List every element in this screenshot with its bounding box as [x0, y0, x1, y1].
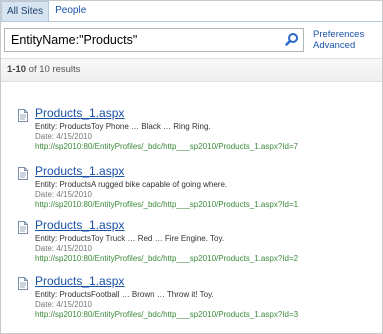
results-range: 1-10 [7, 64, 27, 75]
advanced-link[interactable]: Advanced [313, 40, 364, 51]
result-date: Date: 4/15/2010 [35, 244, 92, 253]
result-summary: Entity: ProductsToy Truck … Red … Fire E… [35, 234, 225, 243]
result-title-link[interactable]: Products_1.aspx [35, 106, 124, 120]
scope-tabs: All Sites People [1, 1, 92, 21]
result-url[interactable]: http://sp2010:80/EntityProfiles/_bdc/htt… [35, 200, 298, 209]
document-icon [18, 109, 28, 122]
result-url[interactable]: http://sp2010:80/EntityProfiles/_bdc/htt… [35, 142, 298, 151]
results-total: of 10 results [28, 64, 81, 75]
result-title-link[interactable]: Products_1.aspx [35, 164, 124, 178]
result-date: Date: 4/15/2010 [35, 300, 92, 309]
result-date: Date: 4/15/2010 [35, 132, 92, 141]
result-summary: Entity: ProductsFootball … Brown … Throw… [35, 290, 214, 299]
search-input[interactable] [5, 29, 275, 51]
result-url[interactable]: http://sp2010:80/EntityProfiles/_bdc/htt… [35, 254, 298, 263]
result-summary: Entity: ProductsToy Phone … Black … Ring… [35, 122, 211, 131]
document-icon [18, 277, 28, 290]
results-count-bar: 1-10 of 10 results [1, 58, 382, 82]
tab-all-sites[interactable]: All Sites [1, 1, 50, 21]
tab-people[interactable]: People [49, 1, 92, 21]
result-summary: Entity: ProductsA rugged bike capable of… [35, 180, 228, 189]
search-options: Preferences Advanced [313, 29, 364, 51]
search-icon[interactable] [284, 32, 300, 48]
result-date: Date: 4/15/2010 [35, 190, 92, 199]
result-title-link[interactable]: Products_1.aspx [35, 218, 124, 232]
search-box [4, 28, 304, 52]
result-title-link[interactable]: Products_1.aspx [35, 274, 124, 288]
document-icon [18, 167, 28, 180]
document-icon [18, 221, 28, 234]
result-url[interactable]: http://sp2010:80/EntityProfiles/_bdc/htt… [35, 310, 298, 319]
preferences-link[interactable]: Preferences [313, 29, 364, 40]
tab-divider [1, 21, 382, 22]
